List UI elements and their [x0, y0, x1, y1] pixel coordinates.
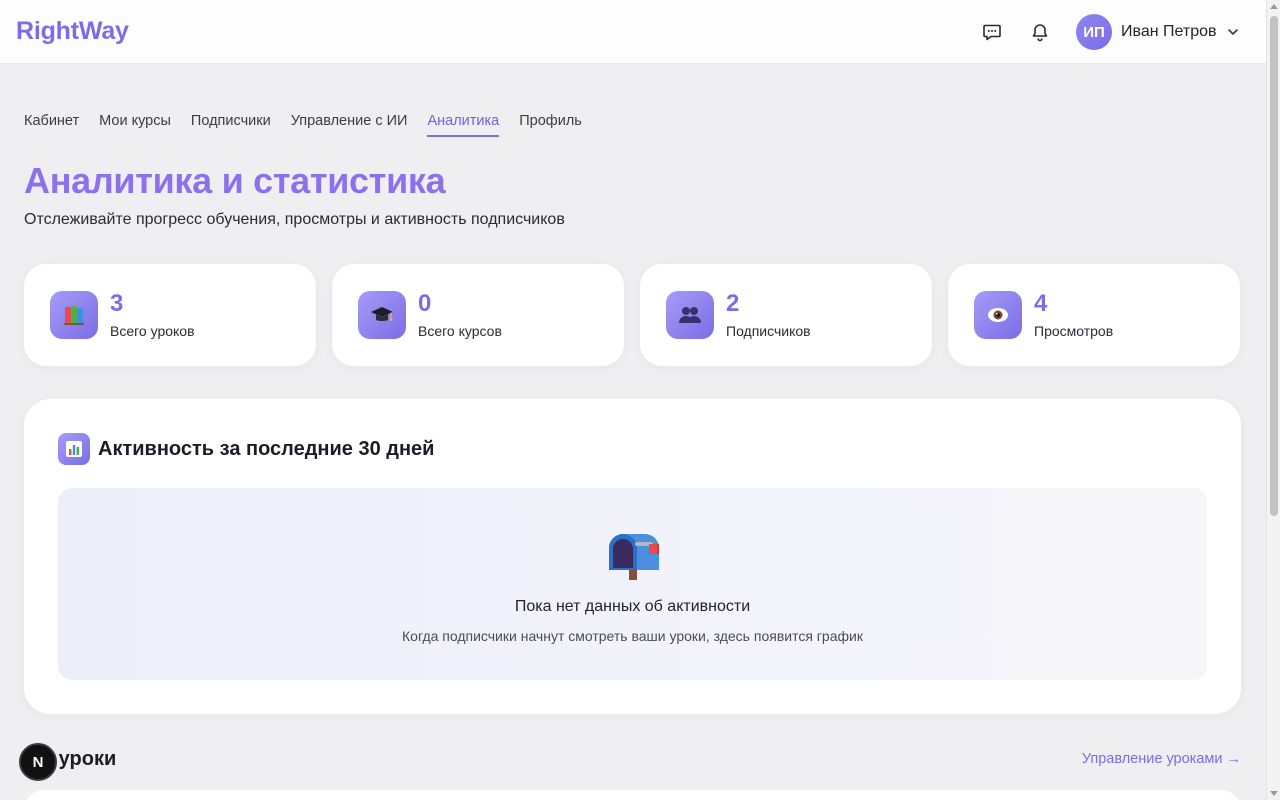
nav-item-cabinet[interactable]: Кабинет — [24, 113, 79, 137]
bell-icon[interactable] — [1028, 20, 1052, 44]
chat-icon[interactable] — [980, 20, 1004, 44]
page-title: Аналитика и статистика — [24, 160, 446, 201]
nav-item-my-courses[interactable]: Мои курсы — [99, 113, 171, 137]
graduation-cap-icon — [358, 291, 406, 339]
stat-card-courses: 0 Всего курсов — [332, 264, 624, 366]
books-icon — [50, 291, 98, 339]
nav-item-subscribers[interactable]: Подписчики — [191, 113, 271, 137]
main-nav: Кабинет Мои курсы Подписчики Управление … — [24, 113, 582, 137]
eye-icon — [974, 291, 1022, 339]
scroll-down-icon[interactable] — [1270, 791, 1278, 796]
scroll-up-icon[interactable] — [1270, 4, 1278, 9]
user-name: Иван Петров — [1121, 23, 1217, 40]
top-header: RightWay ИП Иван Петров — [0, 0, 1266, 64]
empty-state-description: Когда подписчики начнут смотреть ваши ур… — [402, 628, 863, 644]
stat-value-views: 4 — [1034, 290, 1048, 317]
people-icon — [666, 291, 714, 339]
stat-label-subscribers: Подписчиков — [726, 323, 811, 339]
nav-item-ai-management[interactable]: Управление с ИИ — [291, 113, 408, 137]
stat-value-courses: 0 — [418, 290, 432, 317]
activity-empty-state: Пока нет данных об активности Когда подп… — [58, 488, 1207, 680]
user-menu[interactable]: ИП Иван Петров — [1076, 14, 1240, 50]
stat-card-views: 4 Просмотров — [948, 264, 1240, 366]
activity-title: Активность за последние 30 дней — [98, 437, 435, 460]
lessons-card — [24, 790, 1241, 800]
activity-header: Активность за последние 30 дней — [58, 433, 434, 465]
stat-label-views: Просмотров — [1034, 323, 1114, 339]
stat-card-subscribers: 2 Подписчиков — [640, 264, 932, 366]
scroll-thumb[interactable] — [1270, 16, 1278, 516]
manage-lessons-link[interactable]: Управление уроками → — [1082, 751, 1241, 767]
nav-item-analytics[interactable]: Аналитика — [427, 113, 500, 137]
chevron-down-icon — [1226, 25, 1240, 39]
stat-label-lessons: Всего уроков — [110, 323, 195, 339]
stats-row: 3 Всего уроков 0 Всего курсов 2 Подписчи… — [24, 264, 1240, 366]
stat-value-lessons: 3 — [110, 290, 124, 317]
bar-chart-icon — [58, 433, 90, 465]
stat-card-lessons: 3 Всего уроков — [24, 264, 316, 366]
empty-state-title: Пока нет данных об активности — [514, 598, 751, 615]
page-subtitle: Отслеживайте прогресс обучения, просмотр… — [24, 211, 565, 228]
stat-value-subscribers: 2 — [726, 290, 740, 317]
mailbox-icon — [605, 532, 661, 582]
nextjs-dev-badge[interactable]: N — [19, 743, 57, 781]
avatar: ИП — [1076, 14, 1112, 50]
page-scrollbar[interactable] — [1266, 0, 1280, 800]
activity-card: Активность за последние 30 дней Пока нет… — [24, 399, 1241, 714]
stat-label-courses: Всего курсов — [418, 323, 502, 339]
lessons-section-header: е уроки Управление уроками → — [24, 746, 1241, 776]
nav-item-profile[interactable]: Профиль — [519, 113, 582, 137]
app-logo[interactable]: RightWay — [16, 17, 129, 46]
